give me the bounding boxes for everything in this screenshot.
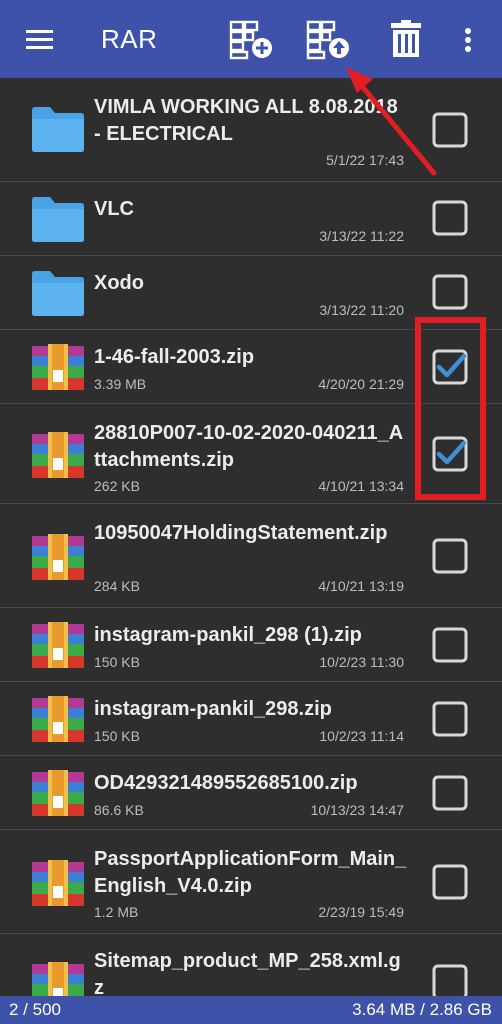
folder-icon [32,271,84,316]
rar-archive-icon [32,534,84,580]
file-date: 3/13/22 11:22 [319,228,404,244]
rar-archive-icon [32,962,84,996]
checkbox-unchecked[interactable] [432,775,468,811]
file-date: 4/10/21 13:19 [318,578,404,594]
file-name: Xodo [94,272,144,294]
rar-archive-icon [32,344,84,390]
file-size: 86.6 KB [94,802,144,818]
list-item[interactable]: Sitemap_product_MP_258.xml.gz [0,934,502,996]
rar-archive-icon [32,622,84,668]
file-date: 3/13/22 11:20 [319,302,404,318]
list-item[interactable]: 1-46-fall-2003.zip 3.39 MB 4/20/20 21:29 [0,330,502,404]
file-name: PassportApplicationForm_Main_English_V4.… [94,848,407,897]
checkbox-unchecked[interactable] [432,274,468,310]
checkbox-checked[interactable] [432,349,468,385]
checkbox-unchecked[interactable] [432,538,468,574]
list-item[interactable]: PassportApplicationForm_Main_English_V4.… [0,830,502,934]
status-bar: 2 / 500 3.64 MB / 2.86 GB [0,996,502,1024]
checkbox-unchecked[interactable] [432,112,468,148]
app-title: RAR [101,24,158,54]
list-item[interactable]: instagram-pankil_298.zip 150 KB 10/2/23 … [0,682,502,756]
menu-icon[interactable] [24,24,56,54]
checkbox-unchecked[interactable] [432,964,468,996]
file-size: 262 KB [94,478,140,494]
file-date: 10/2/23 11:30 [319,654,404,670]
list-item[interactable]: 10950047HoldingStatement.zip 284 KB 4/10… [0,504,502,608]
file-date: 4/20/20 21:29 [318,376,404,392]
extract-from-archive-icon[interactable] [305,18,351,60]
file-date: 10/2/23 11:14 [319,728,404,744]
size-summary: 3.64 MB / 2.86 GB [352,1000,492,1019]
folder-icon [32,197,84,242]
file-date: 2/23/19 15:49 [318,904,404,920]
file-size: 3.39 MB [94,376,147,392]
file-date: 4/10/21 13:34 [318,478,404,494]
file-name: 10950047HoldingStatement.zip [94,522,388,544]
list-item[interactable]: 28810P007-10-02-2020-040211_Attachments.… [0,404,502,504]
rar-archive-icon [32,696,84,742]
selection-count: 2 / 500 [9,1000,61,1019]
file-name: 28810P007-10-02-2020-040211_Attachments.… [94,422,404,471]
file-size: 284 KB [94,578,140,594]
file-size: 1.2 MB [94,904,139,920]
file-date: 5/1/22 17:43 [326,152,404,168]
file-list: VIMLA WORKING ALL 8.08.2018 - ELECTRICAL… [0,78,502,996]
list-item[interactable]: OD429321489552685100.zip 86.6 KB 10/13/2… [0,756,502,830]
file-name: VIMLA WORKING ALL 8.08.2018 - ELECTRICAL [94,96,398,145]
checkbox-unchecked[interactable] [432,627,468,663]
list-item[interactable]: VIMLA WORKING ALL 8.08.2018 - ELECTRICAL… [0,78,502,182]
rar-archive-icon [32,432,84,478]
file-name: 1-46-fall-2003.zip [94,346,255,368]
top-toolbar: RAR [0,0,502,78]
checkbox-unchecked[interactable] [432,200,468,236]
file-name: instagram-pankil_298 (1).zip [94,624,362,646]
file-size: 150 KB [94,728,140,744]
file-name: instagram-pankil_298.zip [94,698,332,720]
folder-icon [32,107,84,152]
rar-archive-icon [32,860,84,906]
add-to-archive-icon[interactable] [228,18,274,60]
list-item[interactable]: instagram-pankil_298 (1).zip 150 KB 10/2… [0,608,502,682]
rar-archive-icon [32,770,84,816]
checkbox-unchecked[interactable] [432,701,468,737]
delete-icon[interactable] [384,18,430,60]
list-item[interactable]: Xodo 3/13/22 11:20 [0,256,502,330]
file-name: VLC [94,198,134,220]
checkbox-unchecked[interactable] [432,864,468,900]
file-name: Sitemap_product_MP_258.xml.gz [94,950,401,996]
file-size: 150 KB [94,654,140,670]
more-options-icon[interactable] [448,18,488,60]
file-name: OD429321489552685100.zip [94,772,358,794]
file-date: 10/13/23 14:47 [310,802,404,818]
checkbox-checked[interactable] [432,436,468,472]
list-item[interactable]: VLC 3/13/22 11:22 [0,182,502,256]
